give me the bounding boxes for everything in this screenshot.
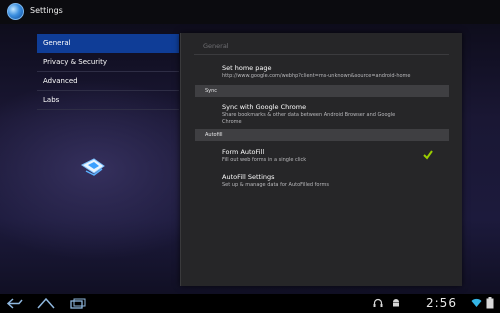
nav-item-general[interactable]: General	[37, 34, 179, 53]
preferences-panel: General Set home page http://www.google.…	[180, 33, 462, 286]
pref-form-autofill[interactable]: Form AutoFill Fill out web forms in a si…	[222, 148, 402, 164]
android-icon	[393, 299, 399, 307]
pref-summary: Share bookmarks & other data between And…	[222, 112, 396, 125]
pref-summary: http://www.google.com/webhp?client=ms-un…	[222, 73, 411, 79]
checkbox-checked-icon[interactable]	[423, 150, 433, 160]
app-title: Settings	[30, 6, 63, 15]
clock: 2:56	[426, 296, 457, 310]
pref-title: Form AutoFill	[222, 148, 265, 156]
pref-title: Sync with Google Chrome	[222, 103, 307, 111]
wifi-icon	[471, 298, 482, 307]
pref-autofill-settings[interactable]: AutoFill Settings Set up & manage data f…	[222, 173, 402, 189]
wallpaper-dragon-icon	[81, 158, 105, 176]
settings-nav: General Privacy & Security Advanced Labs	[37, 34, 179, 110]
nav-item-advanced[interactable]: Advanced	[37, 72, 179, 91]
nav-item-privacy-security[interactable]: Privacy & Security	[37, 53, 179, 72]
nav-item-labs[interactable]: Labs	[37, 91, 179, 110]
headset-icon	[373, 298, 383, 307]
divider	[194, 54, 449, 55]
pref-summary: Set up & manage data for AutoFilled form…	[222, 182, 329, 188]
pref-set-home-page[interactable]: Set home page http://www.google.com/webh…	[222, 64, 447, 80]
battery-icon	[486, 297, 494, 309]
pref-title: AutoFill Settings	[222, 173, 275, 181]
category-autofill: Autofill	[195, 129, 449, 141]
settings-globe-icon[interactable]	[7, 3, 24, 20]
home-icon[interactable]	[37, 297, 55, 309]
action-bar: Settings	[0, 0, 500, 24]
back-icon[interactable]	[7, 298, 23, 309]
category-sync: Sync	[195, 85, 449, 97]
panel-header: General	[203, 42, 229, 50]
pref-sync-chrome[interactable]: Sync with Google Chrome Share bookmarks …	[222, 103, 402, 125]
pref-title: Set home page	[222, 64, 272, 72]
recent-apps-icon[interactable]	[70, 298, 86, 309]
pref-summary: Fill out web forms in a single click	[222, 157, 307, 163]
